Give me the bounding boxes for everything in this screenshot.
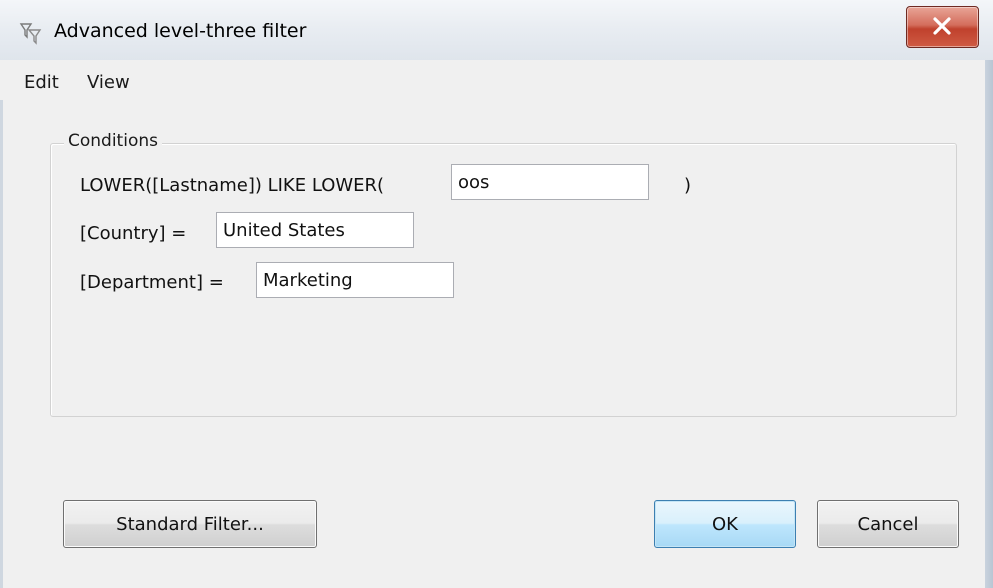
filter-funnel-icon [19, 23, 42, 45]
window-frame-right [985, 0, 993, 588]
ok-button[interactable]: OK [654, 500, 796, 548]
standard-filter-button[interactable]: Standard Filter... [63, 500, 317, 548]
condition-lastname-suffix: ) [684, 175, 692, 196]
menu-edit[interactable]: Edit [24, 72, 59, 93]
lastname-input[interactable] [451, 164, 649, 200]
menu-bar [0, 60, 985, 100]
close-button[interactable] [906, 6, 979, 48]
filter-dialog-window: Advanced level-three filter Edit View Co… [0, 0, 993, 588]
close-x-icon [933, 17, 951, 35]
country-input[interactable] [216, 212, 414, 248]
title-bar[interactable]: Advanced level-three filter [0, 0, 993, 60]
condition-department-label: [Department] = [80, 272, 224, 293]
window-title: Advanced level-three filter [54, 20, 307, 42]
cancel-button[interactable]: Cancel [817, 500, 959, 548]
department-input[interactable] [256, 262, 454, 298]
menu-view[interactable]: View [87, 72, 130, 93]
condition-lastname-prefix: LOWER([Lastname]) LIKE LOWER( [80, 175, 385, 196]
conditions-group-label: Conditions [64, 131, 162, 151]
condition-country-label: [Country] = [80, 223, 187, 244]
